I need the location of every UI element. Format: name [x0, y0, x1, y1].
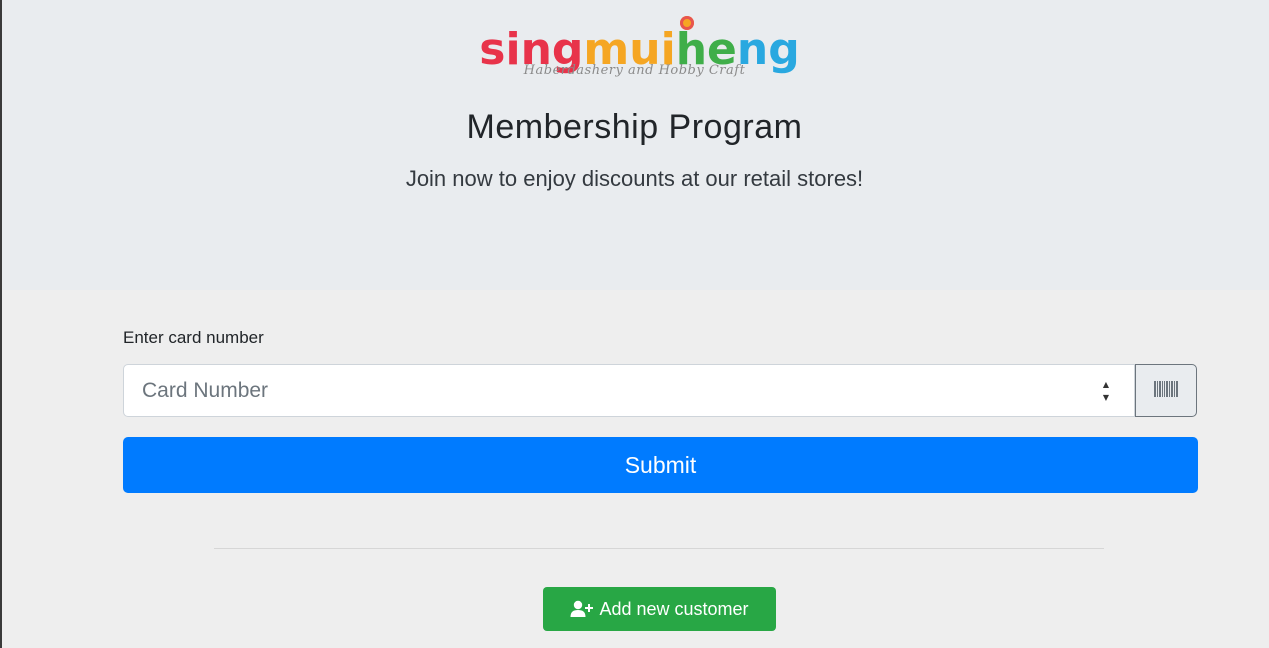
- page-title: Membership Program: [466, 108, 803, 146]
- number-spinner[interactable]: ▲ ▼: [1099, 378, 1113, 404]
- submit-button[interactable]: Submit: [123, 437, 1198, 493]
- section-divider: [214, 548, 1104, 549]
- add-new-customer-button[interactable]: Add new customer: [543, 587, 776, 631]
- barcode-icon: [1154, 380, 1178, 401]
- add-new-customer-label: Add new customer: [599, 598, 749, 619]
- card-number-label: Enter card number: [123, 328, 264, 347]
- scan-barcode-button[interactable]: [1135, 364, 1197, 417]
- brand-tagline: Haberdashery and Hobby Craft: [523, 63, 746, 78]
- spinner-down-icon[interactable]: ▼: [1099, 391, 1113, 404]
- page-subtitle: Join now to enjoy discounts at our retai…: [405, 166, 864, 191]
- card-number-input[interactable]: [123, 364, 1135, 417]
- brand-logo: singmuiheng: [0, 20, 1269, 104]
- spinner-up-icon[interactable]: ▲: [1099, 378, 1113, 391]
- user-plus-icon: [570, 600, 594, 618]
